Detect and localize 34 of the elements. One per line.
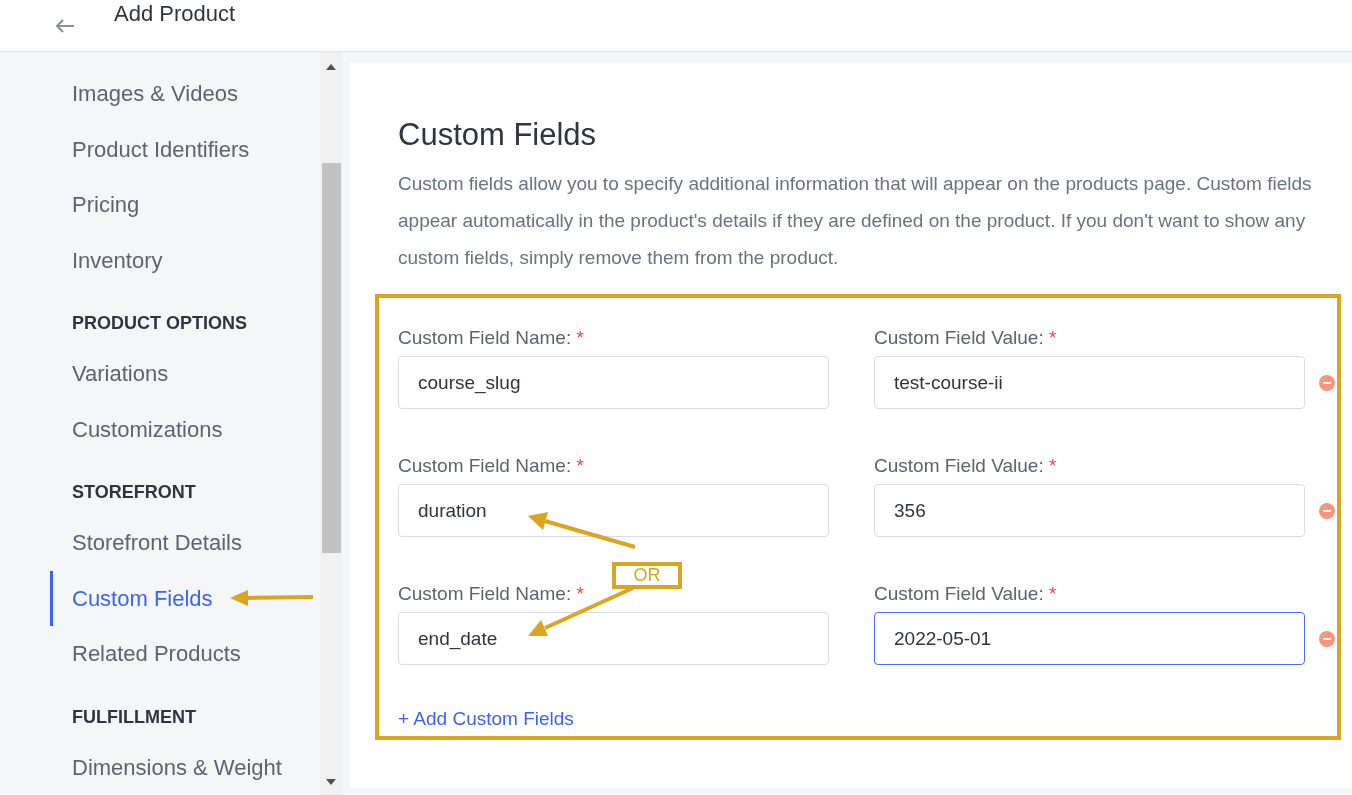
remove-icon[interactable]	[1319, 503, 1335, 519]
scrollbar[interactable]	[320, 52, 342, 795]
sidebar-item[interactable]: Related Products	[0, 626, 320, 682]
field-label: Custom Field Value: *	[874, 454, 1058, 478]
field-name-input[interactable]: end_date	[398, 612, 829, 665]
field-name-input[interactable]: course_slug	[398, 356, 829, 409]
section-title: Custom Fields	[398, 116, 598, 154]
back-arrow-icon[interactable]	[55, 17, 75, 34]
sidebar-item[interactable]: Product Identifiers	[0, 121, 320, 178]
sidebar-item[interactable]: Inventory	[0, 232, 320, 289]
sidebar-item[interactable]: Variations	[0, 346, 320, 402]
remove-icon[interactable]	[1319, 631, 1335, 647]
page-title: Add Product	[114, 0, 236, 28]
field-label: Custom Field Name: *	[398, 326, 585, 350]
add-custom-fields-link[interactable]: + Add Custom Fields	[398, 705, 574, 734]
remove-icon[interactable]	[1319, 375, 1335, 391]
field-value-input[interactable]: 356	[874, 484, 1305, 537]
field-label: Custom Field Value: *	[874, 326, 1058, 350]
sidebar-item[interactable]: Storefront Details	[0, 514, 320, 571]
sidebar-item[interactable]: Images & Videos	[0, 66, 320, 122]
annotation-label: OR	[612, 562, 682, 589]
sidebar-item[interactable]: Pricing	[0, 177, 320, 233]
sidebar-section-heading: FULFILLMENT	[71, 705, 197, 729]
section-description: Custom fields allow you to specify additional information that will appear on the products page. Custom fields appear automatically in the product's details if they are defined on the product. If you don't want to show any custom fields, simply remove them from the product.	[398, 172, 1313, 270]
sidebar-item[interactable]: Customizations	[0, 401, 320, 458]
field-label: Custom Field Value: *	[874, 582, 1058, 606]
sidebar-section-heading: PRODUCT OPTIONS	[71, 312, 248, 336]
field-value-input[interactable]: test-course-ii	[874, 356, 1305, 409]
sidebar-item[interactable]: Dimensions & Weight	[0, 739, 320, 795]
field-name-input[interactable]: duration	[398, 484, 829, 537]
sidebar-section-heading: STOREFRONT	[71, 481, 197, 505]
field-label: Custom Field Name: *	[398, 582, 585, 606]
field-label: Custom Field Name: *	[398, 454, 585, 478]
field-value-input[interactable]: 2022-05-01	[874, 612, 1305, 665]
